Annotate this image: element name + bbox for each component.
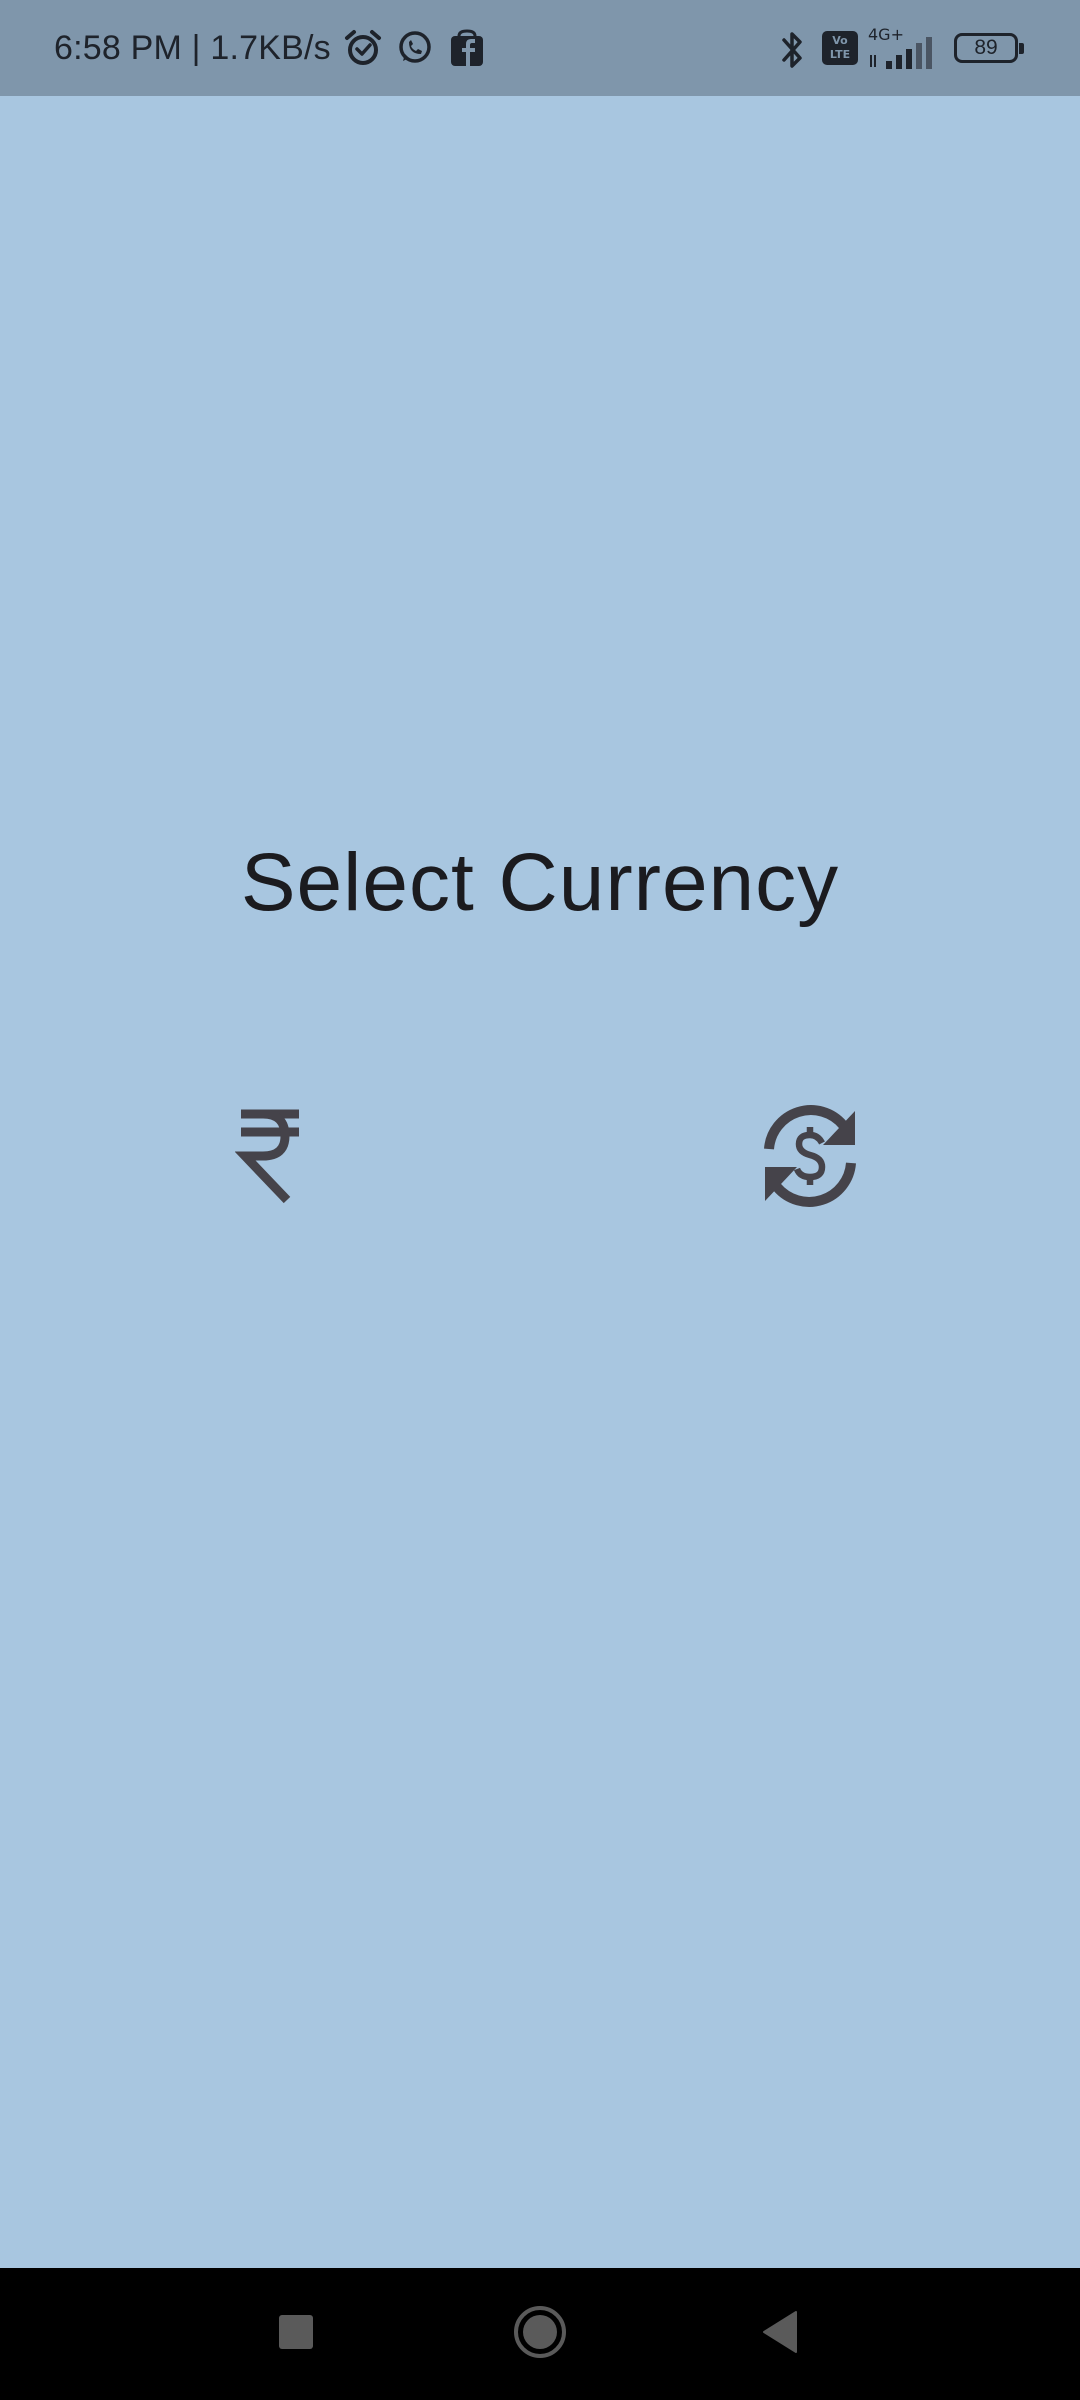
battery-icon: 89 [954,33,1024,63]
circle-icon [512,2304,568,2365]
back-triangle-icon [760,2310,800,2359]
page-title: Select Currency [240,837,840,928]
whatsapp-icon [395,28,435,68]
currency-exchange-icon [755,1101,865,1216]
battery-level: 89 [974,36,998,59]
status-time: 6:58 PM | 1.7KB/s [54,28,331,67]
back-button[interactable] [742,2296,818,2372]
navigation-bar [0,2268,1080,2400]
alarm-icon [343,28,383,68]
volte-label-top: Vo [832,34,848,47]
signal-icon: 4G+ [868,25,938,71]
rupee-icon [234,1106,305,1211]
volte-label-bottom: LTE [829,48,851,61]
status-left: 6:58 PM | 1.7KB/s [54,0,487,96]
home-button[interactable] [502,2296,578,2372]
square-icon [278,2314,314,2355]
facebook-icon [447,28,487,68]
recents-button[interactable] [258,2296,334,2372]
bluetooth-icon [772,28,812,68]
currency-exchange-option[interactable] [740,1088,880,1228]
status-bar: 6:58 PM | 1.7KB/s Vo LTE 4G+ 89 [0,0,1080,96]
volte-icon: Vo LTE [822,31,858,65]
status-right: Vo LTE 4G+ 89 [772,0,1024,96]
rupee-option[interactable] [200,1088,340,1228]
